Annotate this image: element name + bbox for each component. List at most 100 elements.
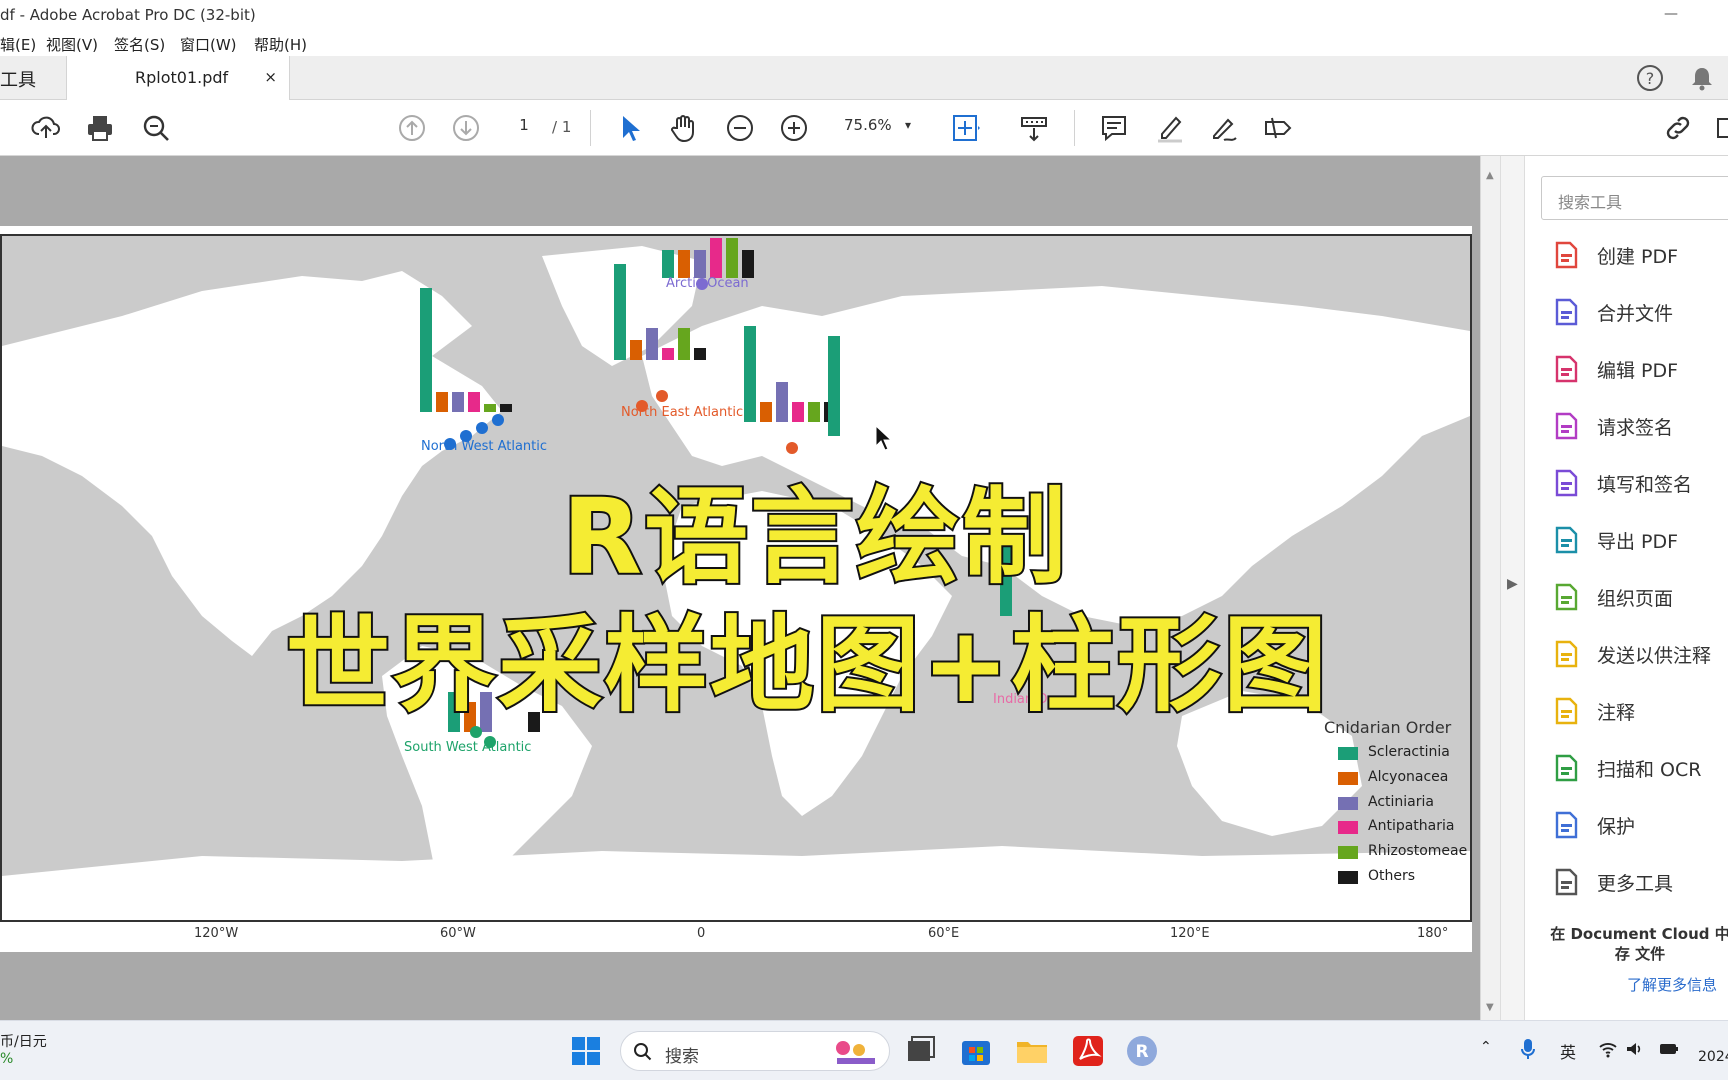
windows-start-icon[interactable] bbox=[568, 1033, 604, 1069]
mail-icon[interactable] bbox=[1714, 112, 1728, 144]
menu-help[interactable]: 帮助(H) bbox=[254, 34, 307, 55]
tool-item[interactable]: 组织页面 bbox=[1525, 572, 1728, 622]
tab-close-icon[interactable]: × bbox=[264, 68, 277, 86]
legend-item: Antipatharia bbox=[1338, 818, 1478, 838]
clock: 2024 bbox=[1698, 1049, 1728, 1065]
comment-icon[interactable] bbox=[1098, 112, 1130, 144]
axis-tick-120w: 120°W bbox=[194, 926, 239, 941]
axis-tick-0: 0 bbox=[697, 926, 706, 941]
tool-item[interactable]: 合并文件 bbox=[1525, 287, 1728, 337]
wifi-icon[interactable] bbox=[1598, 1039, 1618, 1059]
bar-alcyonacea bbox=[630, 340, 642, 360]
organize-pages-icon bbox=[1551, 582, 1581, 612]
bar-antipatharia bbox=[792, 402, 804, 422]
legend-label: Rhizostomeae bbox=[1368, 843, 1468, 859]
next-page-icon[interactable] bbox=[450, 112, 482, 144]
zoom-in-icon[interactable] bbox=[778, 112, 810, 144]
stock-widget-label[interactable]: 币/日元 bbox=[0, 1031, 47, 1051]
tool-item[interactable]: 扫描和 OCR bbox=[1525, 743, 1728, 793]
menu-bar: 辑(E) 视图(V) 签名(S) 窗口(W) 帮助(H) bbox=[0, 30, 1728, 56]
bar-actiniaria bbox=[694, 250, 706, 278]
file-explorer-icon[interactable] bbox=[1014, 1033, 1050, 1069]
help-icon[interactable]: ? bbox=[1636, 64, 1664, 92]
tab-tools[interactable]: 工具 bbox=[0, 66, 36, 92]
tool-item[interactable]: 请求签名 bbox=[1525, 401, 1728, 451]
tool-label: 填写和签名 bbox=[1597, 474, 1693, 496]
tool-item[interactable]: 填写和签名 bbox=[1525, 458, 1728, 508]
legend-swatch bbox=[1338, 846, 1358, 859]
tool-item[interactable]: 导出 PDF bbox=[1525, 515, 1728, 565]
tool-item[interactable]: 创建 PDF bbox=[1525, 230, 1728, 280]
task-view-icon[interactable] bbox=[902, 1033, 938, 1069]
bar-scleractinia bbox=[662, 250, 674, 278]
legend-swatch bbox=[1338, 772, 1358, 785]
bell-icon[interactable] bbox=[1688, 64, 1716, 92]
sample-point bbox=[492, 414, 504, 426]
learn-more-link[interactable]: 了解更多信息 bbox=[1627, 974, 1717, 995]
chevron-down-icon[interactable]: ▾ bbox=[905, 118, 911, 132]
prev-page-icon[interactable] bbox=[396, 112, 428, 144]
chevron-up-icon[interactable]: ⌃ bbox=[1480, 1039, 1492, 1055]
page-total: / 1 bbox=[552, 118, 572, 136]
r-app-icon[interactable]: R bbox=[1124, 1033, 1160, 1069]
battery-icon[interactable] bbox=[1658, 1039, 1680, 1059]
legend-label: Antipatharia bbox=[1368, 818, 1455, 834]
redact-tag-icon[interactable] bbox=[1262, 112, 1294, 144]
send-comments-icon bbox=[1551, 639, 1581, 669]
tool-item[interactable]: 更多工具 bbox=[1525, 857, 1728, 907]
ime-indicator[interactable]: 英 bbox=[1560, 1039, 1576, 1063]
zoom-out-icon[interactable] bbox=[724, 112, 756, 144]
region-label-arctic: Arctic Ocean bbox=[666, 276, 749, 291]
bar-alcyonacea bbox=[760, 402, 772, 422]
legend-label: Others bbox=[1368, 868, 1416, 884]
tool-label: 更多工具 bbox=[1597, 873, 1674, 895]
sign-pen-icon[interactable] bbox=[1208, 112, 1240, 144]
tool-item[interactable]: 注释 bbox=[1525, 686, 1728, 736]
scroll-mode-icon[interactable] bbox=[1018, 112, 1050, 144]
search-tools-placeholder: 搜索工具 bbox=[1558, 193, 1623, 212]
menu-edit[interactable]: 辑(E) bbox=[0, 34, 36, 55]
search-tools-input[interactable]: 搜索工具 bbox=[1541, 176, 1728, 220]
fit-page-icon[interactable] bbox=[950, 112, 982, 144]
tool-item[interactable]: 保护 bbox=[1525, 800, 1728, 850]
landmass-antarctica bbox=[2, 846, 1470, 920]
scroll-up-icon[interactable]: ▲ bbox=[1486, 170, 1494, 181]
tool-item[interactable]: 编辑 PDF bbox=[1525, 344, 1728, 394]
chevron-right-icon[interactable]: ▶ bbox=[1507, 576, 1518, 592]
legend-swatch bbox=[1338, 747, 1358, 760]
print-icon[interactable] bbox=[84, 112, 116, 144]
legend-title: Cnidarian Order bbox=[1324, 718, 1452, 737]
zoom-search-icon[interactable] bbox=[140, 112, 172, 144]
select-pointer-icon[interactable] bbox=[614, 112, 646, 144]
hand-tool-icon[interactable] bbox=[668, 112, 700, 144]
pane-expander[interactable]: ▶ bbox=[1500, 156, 1524, 1020]
minimize-button[interactable]: — bbox=[1664, 6, 1678, 22]
toolbar-divider bbox=[1074, 110, 1075, 146]
menu-view[interactable]: 视图(V) bbox=[46, 34, 98, 55]
scroll-down-icon[interactable]: ▼ bbox=[1486, 1002, 1494, 1013]
acrobat-icon[interactable] bbox=[1070, 1033, 1106, 1069]
speaker-icon[interactable] bbox=[1624, 1039, 1644, 1059]
taskbar: 币/日元 % 搜索 R ⌃ 英 2024 bbox=[0, 1020, 1728, 1080]
bar-scleractinia bbox=[614, 264, 626, 360]
tool-label: 导出 PDF bbox=[1597, 531, 1679, 553]
vertical-scrollbar[interactable]: ▲ ▼ bbox=[1480, 156, 1500, 1020]
highlight-pen-icon[interactable] bbox=[1154, 112, 1186, 144]
zoom-level-select[interactable]: 75.6% bbox=[844, 116, 924, 140]
toolbar-divider bbox=[590, 110, 591, 146]
microphone-icon[interactable] bbox=[1520, 1037, 1536, 1061]
menu-sign[interactable]: 签名(S) bbox=[114, 34, 165, 55]
upload-cloud-icon[interactable] bbox=[30, 112, 62, 144]
tool-item[interactable]: 发送以供注释 bbox=[1525, 629, 1728, 679]
sample-point bbox=[476, 422, 488, 434]
taskbar-search[interactable]: 搜索 bbox=[620, 1031, 890, 1071]
region-label-sw-atlantic: South West Atlantic bbox=[404, 740, 532, 755]
fill-sign-icon bbox=[1551, 468, 1581, 498]
sample-point bbox=[656, 390, 668, 402]
share-link-icon[interactable] bbox=[1662, 112, 1694, 144]
menu-window[interactable]: 窗口(W) bbox=[180, 34, 237, 55]
page-number-input[interactable]: 1 bbox=[506, 116, 542, 140]
tab-document[interactable]: Rplot01.pdf × bbox=[66, 56, 290, 100]
window-title: df - Adobe Acrobat Pro DC (32-bit) bbox=[0, 6, 256, 24]
store-icon[interactable] bbox=[958, 1033, 994, 1069]
